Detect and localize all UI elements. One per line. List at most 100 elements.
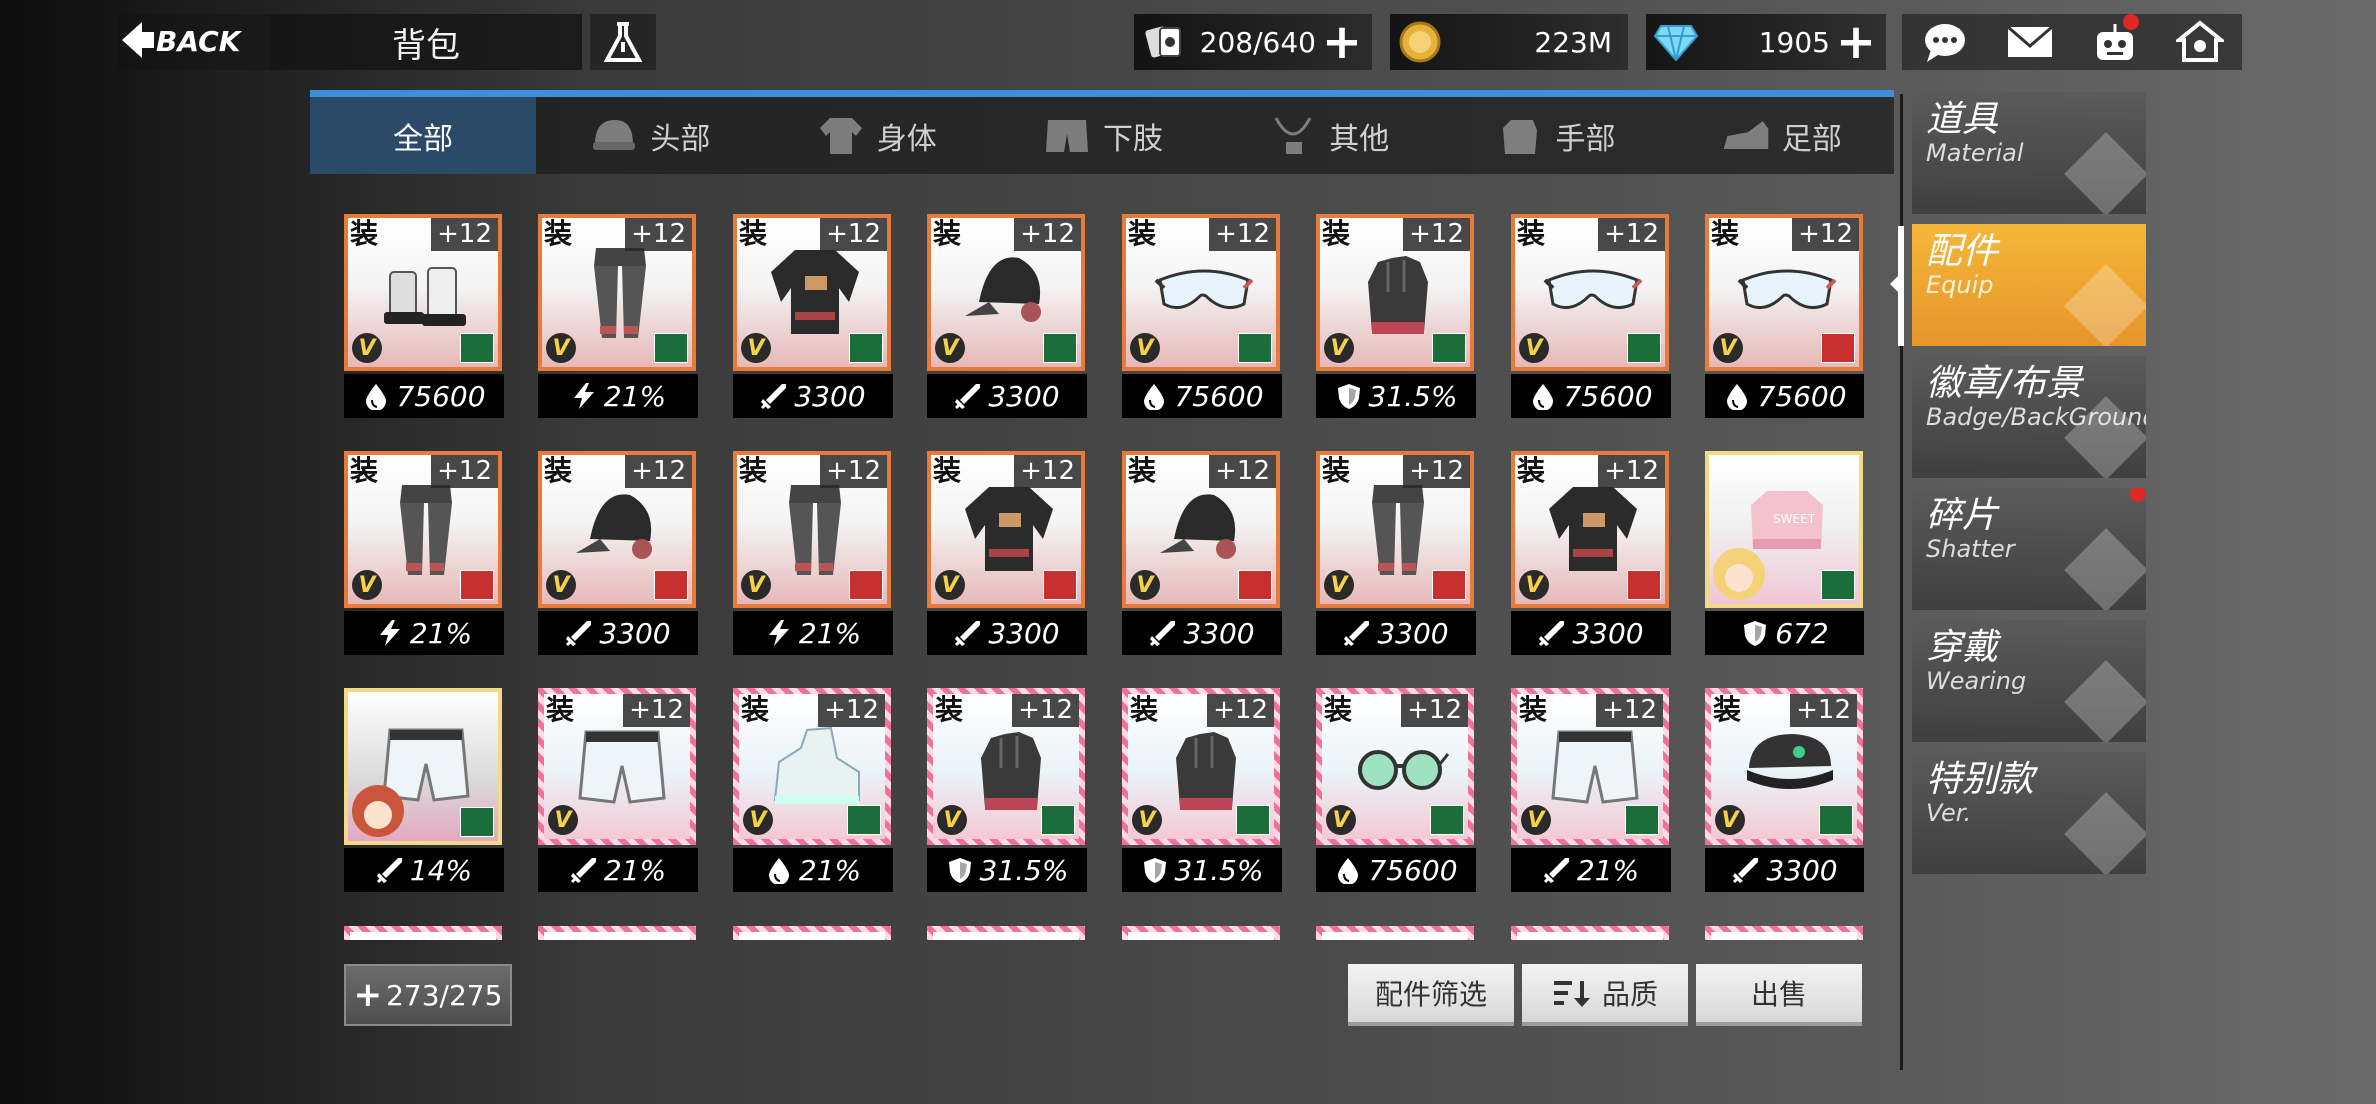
item-glove-icon (981, 732, 1041, 810)
equipment-card[interactable]: 装 +12 V 21% (538, 688, 698, 894)
item-stat: 3300 (927, 374, 1087, 418)
equipment-card[interactable]: 装 +12 V 3300 (927, 451, 1087, 657)
stat-value: 21% (798, 853, 862, 887)
equipped-tag: 装 (741, 693, 770, 726)
brand-logo-icon (849, 333, 883, 363)
item-frame (1122, 926, 1280, 940)
equipment-card[interactable]: 装 +12 V 3300 (1705, 688, 1864, 894)
tab-hands[interactable]: 手部 (1441, 97, 1667, 174)
stamina-counter: 208/640 + (1134, 14, 1372, 70)
equipment-card[interactable]: 装 +12 V 21% (733, 451, 893, 657)
brand-logo-icon (1043, 333, 1077, 363)
side-tab-wearing[interactable]: 穿戴 Wearing (1912, 620, 2146, 742)
tab-label: 其他 (1329, 121, 1390, 157)
drop-icon (1727, 384, 1748, 410)
home-icon[interactable] (2172, 16, 2228, 68)
filter-button[interactable]: 配件筛选 (1348, 964, 1514, 1026)
equipment-card[interactable]: 装 +12 V 75600 (1705, 214, 1864, 420)
add-stamina-button[interactable]: + (1322, 18, 1362, 66)
equipped-tag: 装 (1324, 693, 1353, 726)
equipment-card[interactable]: 装 +12 V 31.5% (927, 688, 1087, 894)
equipment-card[interactable]: SWEET 672 (1705, 451, 1864, 657)
drop-icon (1533, 384, 1554, 410)
tab-head[interactable]: 头部 (536, 97, 762, 174)
equipment-card-partial[interactable] (1511, 926, 1671, 940)
item-stat: 3300 (1511, 611, 1671, 655)
item-glove-icon (1368, 256, 1428, 334)
equipment-card[interactable]: 装 +12 V 21% (538, 214, 698, 420)
brand-logo-icon (1238, 333, 1272, 363)
brand-logo-icon (1430, 805, 1464, 835)
stat-value: 3300 (794, 379, 866, 413)
chat-icon[interactable] (1917, 16, 1973, 68)
tab-legs[interactable]: 下肢 (989, 97, 1215, 174)
equipment-card[interactable]: 装 +12 V 31.5% (1122, 688, 1282, 894)
equipment-card[interactable]: 装 +12 V 31.5% (1316, 214, 1476, 420)
tab-body[interactable]: 身体 (763, 97, 989, 174)
brand-logo-icon (1625, 805, 1659, 835)
equipment-card-partial[interactable] (927, 926, 1087, 940)
item-stat: 31.5% (1122, 848, 1282, 892)
item-glasses-icon (1358, 750, 1450, 790)
back-button[interactable]: BACK (118, 12, 268, 68)
equipment-card[interactable]: 装 +12 V 75600 (1122, 214, 1282, 420)
equipment-card[interactable]: 装 +12 V 3300 (927, 214, 1087, 420)
equipment-card[interactable]: 装 +12 V 3300 (1316, 451, 1476, 657)
item-jacket-icon (1549, 487, 1637, 571)
item-frame: 装 +12 V (1511, 451, 1669, 608)
info-button[interactable] (590, 14, 656, 70)
item-hat-icon (1160, 494, 1236, 559)
item-sneaker-icon (773, 726, 860, 804)
bolt-icon (768, 620, 789, 646)
equipment-card[interactable]: 装 +12 V 75600 (344, 214, 504, 420)
equipment-card[interactable]: 装 +12 V 21% (1511, 688, 1671, 894)
brand-logo-icon (460, 570, 494, 600)
gem-value: 1905 (1758, 25, 1830, 59)
equipment-card[interactable]: 装 +12 V 3300 (538, 451, 698, 657)
equipment-card[interactable]: 装 +12 V 75600 (1511, 214, 1671, 420)
equipment-card-partial[interactable] (733, 926, 893, 940)
brand-logo-icon (1238, 570, 1272, 600)
rarity-v-icon: V (741, 570, 771, 600)
mail-icon[interactable] (2002, 16, 2058, 68)
equipment-card[interactable]: 装 +12 V 21% (344, 451, 504, 657)
tab-all[interactable]: 全部 (310, 97, 537, 174)
side-tab-material[interactable]: 道具 Material (1912, 92, 2146, 214)
equipment-card-partial[interactable] (1316, 926, 1476, 940)
rarity-v-icon: V (741, 333, 771, 363)
helmet-icon (588, 112, 640, 160)
tab-other[interactable]: 其他 (1215, 97, 1441, 174)
equip-watermark-icon (2064, 264, 2146, 346)
rarity-v-icon: V (1713, 333, 1743, 363)
shield-icon (1337, 384, 1360, 409)
robot-icon[interactable] (2087, 14, 2143, 68)
side-tab-equip[interactable]: 配件 Equip (1912, 224, 2146, 346)
add-gem-button[interactable]: + (1836, 18, 1876, 66)
equipment-card-partial[interactable] (1122, 926, 1282, 940)
sell-button[interactable]: 出售 (1696, 964, 1862, 1026)
equipment-card-partial[interactable] (344, 926, 504, 940)
equipped-tag: 装 (350, 217, 379, 250)
side-tab-badge[interactable]: 徽章/布景 Badge/BackGround (1912, 356, 2146, 478)
equipped-tag: 装 (739, 454, 768, 487)
brand-logo-icon (1627, 333, 1661, 363)
capacity-button[interactable]: + 273/275 (344, 964, 512, 1026)
equipment-card[interactable]: 装 +12 V 21% (733, 688, 893, 894)
equipment-card-partial[interactable] (538, 926, 698, 940)
sort-quality-button[interactable]: 品质 (1522, 964, 1688, 1026)
item-stat: 75600 (1705, 374, 1864, 418)
level-badge: +12 (1596, 694, 1663, 727)
item-pants-icon (400, 485, 452, 575)
equipment-card[interactable]: 装 +12 V 75600 (1316, 688, 1476, 894)
side-tab-shatter[interactable]: 碎片 Shatter (1912, 488, 2146, 610)
tab-feet[interactable]: 足部 (1668, 97, 1894, 174)
equipment-card[interactable]: 装 +12 V 3300 (1511, 451, 1671, 657)
side-tab-version[interactable]: 特别款 Ver. (1912, 752, 2146, 874)
equipment-card[interactable]: 装 +12 V 3300 (1122, 451, 1282, 657)
level-badge: +12 (1598, 455, 1665, 488)
level-badge: +12 (625, 455, 692, 488)
equipment-card[interactable]: 14% (344, 688, 504, 894)
equipment-card[interactable]: 装 +12 V 3300 (733, 214, 893, 420)
wearing-watermark-icon (2064, 660, 2146, 742)
equipment-card-partial[interactable] (1705, 926, 1864, 940)
